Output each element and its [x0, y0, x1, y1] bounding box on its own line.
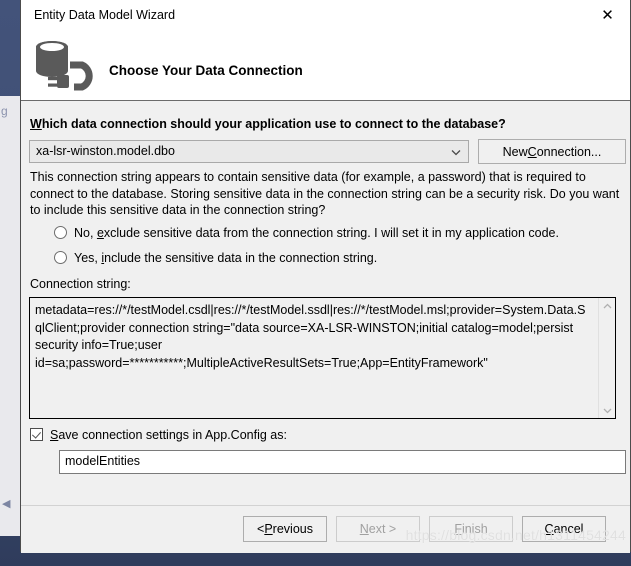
accel-letter: e [96, 226, 104, 240]
connection-question-label: Which data connection should your applic… [30, 117, 506, 131]
background-scroll-arrow-icon: ◀ [2, 498, 11, 510]
save-connection-settings-checkbox[interactable]: Save connection settings in App.Config a… [30, 428, 287, 442]
page-title: Choose Your Data Connection [109, 63, 303, 78]
next-suffix: ext > [368, 522, 397, 536]
connection-string-value: metadata=res://*/testModel.csdl|res://*/… [35, 303, 586, 370]
accel-letter: C [527, 144, 537, 159]
entity-data-model-wizard-dialog: Entity Data Model Wizard ✕ Choose Your D… [20, 0, 631, 553]
save-checkbox-label: ave connection settings in App.Config as… [58, 428, 287, 442]
chevron-up-icon[interactable] [599, 298, 615, 314]
new-connection-suffix: onnection... [536, 144, 602, 159]
window-title: Entity Data Model Wizard [34, 8, 176, 22]
dialog-footer: < Previous Next > Finish Cancel [21, 506, 630, 553]
next-button: Next > [336, 516, 420, 542]
connection-string-scrollbar[interactable] [598, 298, 615, 418]
radio-icon [54, 226, 67, 239]
connection-string-textarea[interactable]: metadata=res://*/testModel.csdl|res://*/… [29, 297, 616, 419]
radio-exclude-sensitive-data[interactable]: No, exclude sensitive data from the conn… [54, 226, 559, 240]
radio-include-sensitive-data[interactable]: Yes, include the sensitive data in the c… [54, 251, 377, 265]
sensitive-data-warning: This connection string appears to contai… [30, 170, 620, 218]
entities-name-input[interactable]: modelEntities [59, 450, 626, 474]
radio-label-post: nclude the sensitive data in the connect… [104, 251, 378, 265]
finish-suffix: inish [461, 522, 488, 536]
radio-label-pre: No, [74, 226, 97, 240]
accel-letter: F [454, 522, 462, 536]
radio-label-pre: Yes, [74, 251, 102, 265]
cancel-suffix: ancel [553, 522, 584, 536]
database-plug-icon [24, 35, 98, 97]
previous-prefix: < [257, 522, 265, 536]
cancel-button[interactable]: Cancel [522, 516, 606, 542]
connection-string-label: Connection string: [30, 277, 131, 291]
accel-letter: W [30, 117, 42, 131]
chevron-down-icon[interactable] [599, 402, 615, 418]
desktop-background: g ◀ Entity Data Model Wizard ✕ Choose Yo… [0, 0, 631, 566]
question-text: hich data connection should your applica… [41, 117, 506, 131]
checkbox-icon [30, 428, 43, 441]
finish-button: Finish [429, 516, 513, 542]
entities-name-value: modelEntities [65, 454, 141, 468]
close-icon[interactable]: ✕ [585, 0, 630, 31]
accel-letter: P [264, 522, 273, 536]
previous-suffix: revious [272, 522, 313, 536]
radio-icon [54, 251, 67, 264]
chevron-down-icon [449, 145, 463, 159]
background-window-glyph: g [1, 104, 8, 118]
previous-button[interactable]: < Previous [243, 516, 327, 542]
accel-letter: C [544, 522, 554, 536]
dialog-body: Which data connection should your applic… [21, 101, 630, 506]
wizard-header: Choose Your Data Connection [21, 31, 630, 101]
accel-letter: N [359, 522, 369, 536]
new-connection-button[interactable]: New Connection... [478, 139, 626, 164]
connection-dropdown-value: xa-lsr-winston.model.dbo [36, 144, 175, 158]
connection-dropdown[interactable]: xa-lsr-winston.model.dbo [29, 140, 469, 163]
radio-label-post: xclude sensitive data from the connectio… [103, 226, 559, 240]
title-bar: Entity Data Model Wizard ✕ [21, 0, 630, 31]
background-window-strip [0, 96, 21, 536]
new-connection-prefix: New [502, 144, 528, 159]
